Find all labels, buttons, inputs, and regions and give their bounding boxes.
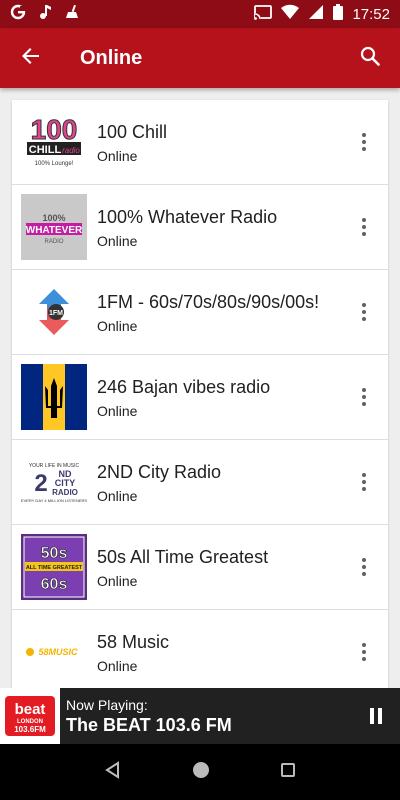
- svg-text:50s: 50s: [41, 545, 68, 562]
- now-playing-bar[interactable]: beat LONDON 103.6FM Now Playing: The BEA…: [0, 688, 400, 744]
- station-item[interactable]: 246 Bajan vibes radio Online: [12, 355, 388, 440]
- station-name: 58 Music: [97, 631, 170, 652]
- station-status: Online: [97, 317, 138, 334]
- svg-text:58MUSIC: 58MUSIC: [38, 647, 78, 657]
- station-status: Online: [97, 572, 138, 589]
- system-nav-bar: [0, 744, 400, 800]
- now-playing-logo: beat LONDON 103.6FM: [0, 688, 60, 744]
- svg-text:60s: 60s: [41, 576, 68, 593]
- pause-button[interactable]: [370, 708, 382, 724]
- music-note-icon: [38, 4, 52, 25]
- station-status: Online: [97, 487, 138, 504]
- more-options-button[interactable]: [354, 552, 374, 582]
- more-vert-icon: [362, 218, 366, 236]
- wifi-icon: [281, 4, 300, 24]
- signal-icon: [308, 4, 324, 24]
- svg-text:100% Lounge!: 100% Lounge!: [35, 161, 74, 167]
- svg-text:EVERY DAY 4 MILLION LISTENERS: EVERY DAY 4 MILLION LISTENERS: [21, 498, 87, 503]
- page-title: Online: [80, 46, 143, 69]
- svg-text:100%: 100%: [42, 213, 65, 223]
- pause-icon: [370, 708, 382, 724]
- station-status: Online: [97, 657, 138, 674]
- more-options-button[interactable]: [354, 637, 374, 667]
- status-bar: 17:52: [0, 0, 400, 28]
- station-name: 50s All Time Greatest: [97, 546, 269, 567]
- svg-text:YOUR LIFE IN MUSIC: YOUR LIFE IN MUSIC: [29, 463, 80, 469]
- more-vert-icon: [362, 388, 366, 406]
- status-time: 17:52: [352, 5, 390, 23]
- nav-back-icon[interactable]: [104, 760, 122, 784]
- station-logo: 50s ALL TIME GREATEST 60s: [21, 534, 87, 600]
- station-logo: YOUR LIFE IN MUSIC 2 ND CITY RADIO EVERY…: [21, 449, 87, 515]
- station-name: 100 Chill: [97, 121, 168, 142]
- more-options-button[interactable]: [354, 297, 374, 327]
- station-item[interactable]: 1FM 1FM - 60s/70s/80s/90s/00s! Online: [12, 270, 388, 355]
- now-playing-title: The BEAT 103.6 FM: [66, 714, 232, 735]
- station-list: 100 CHILL radio 100% Lounge! 100 Chill O…: [12, 100, 388, 690]
- svg-text:WHATEVER: WHATEVER: [26, 225, 83, 236]
- more-vert-icon: [362, 558, 366, 576]
- more-options-button[interactable]: [354, 382, 374, 412]
- nav-recents-icon[interactable]: [280, 762, 296, 783]
- svg-text:103.6FM: 103.6FM: [14, 725, 46, 734]
- svg-text:RADIO: RADIO: [44, 239, 63, 245]
- station-status: Online: [97, 232, 138, 249]
- svg-text:CITY: CITY: [55, 478, 76, 488]
- more-options-button[interactable]: [354, 212, 374, 242]
- cleaner-icon: [64, 4, 80, 25]
- station-name: 100% Whatever Radio: [97, 206, 278, 227]
- arrow-back-icon: [21, 46, 41, 71]
- station-name: 2ND City Radio: [97, 461, 222, 482]
- app-bar: Online: [0, 28, 400, 88]
- svg-text:ALL TIME GREATEST: ALL TIME GREATEST: [26, 565, 83, 571]
- station-status: Online: [97, 147, 138, 164]
- more-options-button[interactable]: [354, 467, 374, 497]
- more-vert-icon: [362, 303, 366, 321]
- more-vert-icon: [362, 133, 366, 151]
- svg-text:2: 2: [34, 470, 47, 497]
- nav-home-icon[interactable]: [192, 761, 210, 784]
- svg-text:beat: beat: [15, 701, 46, 718]
- station-logo: 58MUSIC: [21, 619, 87, 685]
- station-item[interactable]: 50s ALL TIME GREATEST 60s 50s All Time G…: [12, 525, 388, 610]
- cast-icon: [254, 4, 273, 24]
- station-logo: 1FM: [21, 279, 87, 345]
- battery-icon: [333, 4, 344, 24]
- now-playing-label: Now Playing:: [66, 696, 148, 713]
- more-vert-icon: [362, 473, 366, 491]
- station-item[interactable]: YOUR LIFE IN MUSIC 2 ND CITY RADIO EVERY…: [12, 440, 388, 525]
- back-button[interactable]: [0, 28, 62, 88]
- station-item[interactable]: 100% WHATEVER RADIO 100% Whatever Radio …: [12, 185, 388, 270]
- search-icon: [360, 46, 380, 71]
- svg-text:CHILL: CHILL: [29, 144, 62, 156]
- station-status: Online: [97, 402, 138, 419]
- search-button[interactable]: [340, 28, 400, 88]
- station-logo: [21, 364, 87, 430]
- svg-text:RADIO: RADIO: [52, 488, 78, 497]
- svg-text:radio: radio: [62, 146, 80, 155]
- svg-text:100: 100: [31, 114, 78, 145]
- station-logo: 100% WHATEVER RADIO: [21, 194, 87, 260]
- svg-text:1FM: 1FM: [49, 310, 63, 317]
- more-options-button[interactable]: [354, 127, 374, 157]
- station-item[interactable]: 100 CHILL radio 100% Lounge! 100 Chill O…: [12, 100, 388, 185]
- station-item[interactable]: 58MUSIC 58 Music Online: [12, 610, 388, 690]
- station-name: 246 Bajan vibes radio: [97, 376, 271, 397]
- more-vert-icon: [362, 643, 366, 661]
- station-logo: 100 CHILL radio 100% Lounge!: [21, 109, 87, 175]
- google-icon: [10, 4, 26, 25]
- station-name: 1FM - 60s/70s/80s/90s/00s!: [97, 291, 320, 312]
